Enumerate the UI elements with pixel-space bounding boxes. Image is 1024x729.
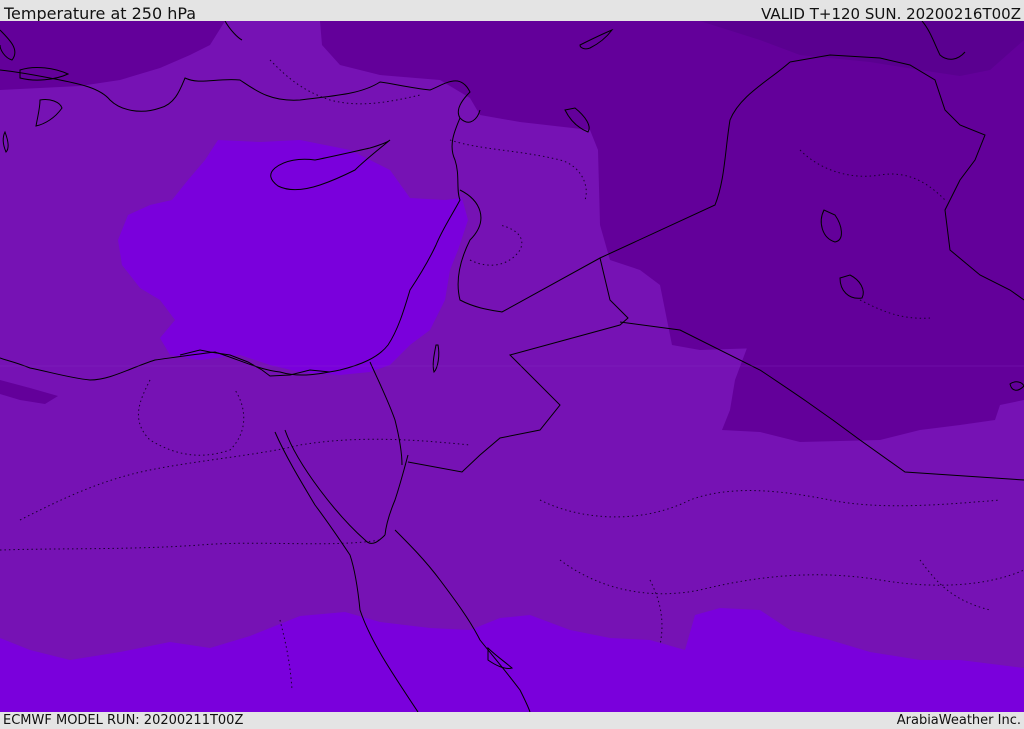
temperature-map[interactable] (0, 21, 1024, 712)
credit-label: ArabiaWeather Inc. (896, 713, 1021, 728)
header-bar: Temperature at 250 hPa VALID T+120 SUN. … (0, 0, 1024, 23)
map-canvas (0, 21, 1024, 712)
model-run-label: ECMWF MODEL RUN: 20200211T00Z (3, 713, 244, 728)
footer-bar: ECMWF MODEL RUN: 20200211T00Z ArabiaWeat… (0, 712, 1024, 729)
map-product-page: Temperature at 250 hPa VALID T+120 SUN. … (0, 0, 1024, 729)
